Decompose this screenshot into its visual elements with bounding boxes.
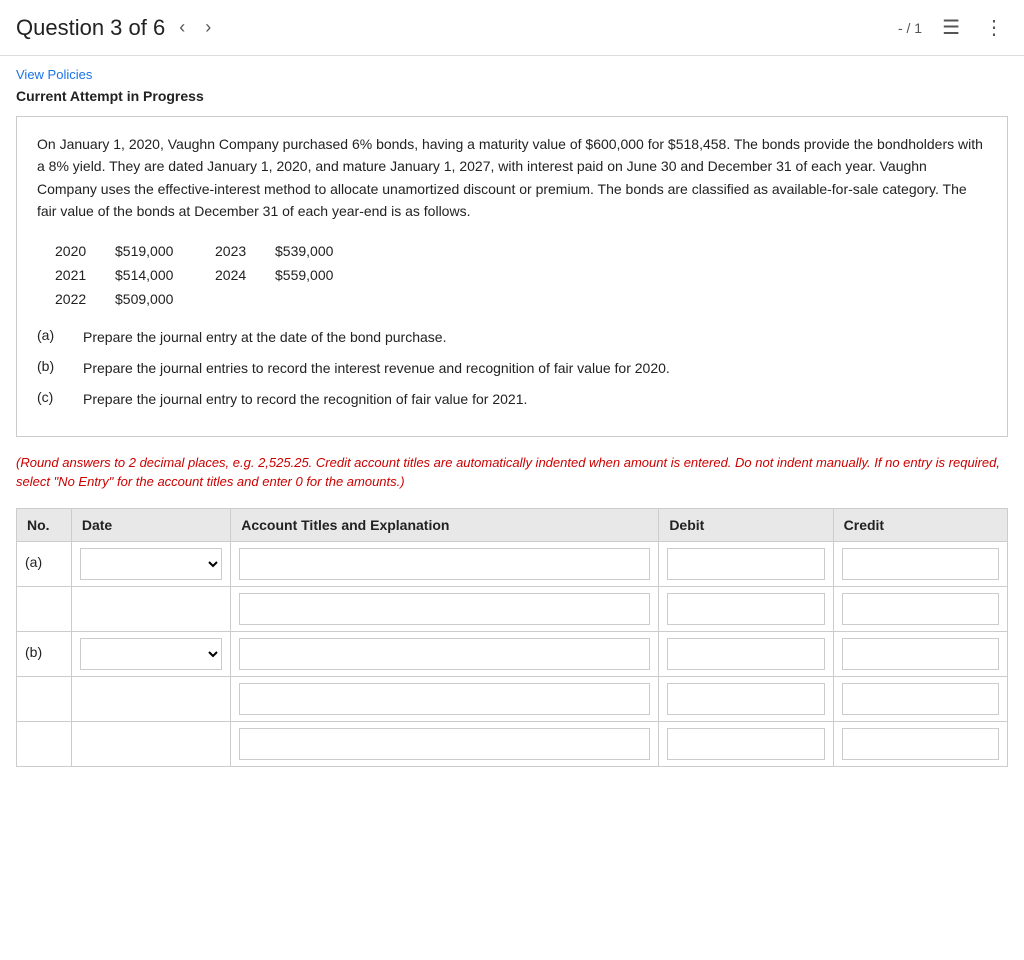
more-options-button[interactable]: ⋮ <box>980 13 1008 42</box>
debit-cell-a2 <box>659 586 833 631</box>
date-cell-a1: Jan. 1, 2020 Jun. 30, 2020 Dec. 31, 2020… <box>71 541 230 586</box>
sub-label-b: (b) <box>37 358 67 374</box>
account-cell-a2 <box>231 586 659 631</box>
sub-question-a: (a) Prepare the journal entry at the dat… <box>37 327 987 348</box>
table-header-row: No. Date Account Titles and Explanation … <box>17 508 1008 541</box>
account-input-b1[interactable] <box>239 638 650 670</box>
fv-value-2023: $539,000 <box>267 239 367 263</box>
current-attempt-label: Current Attempt in Progress <box>16 88 1008 104</box>
list-icon-button[interactable]: ☰ <box>938 13 964 42</box>
debit-input-a2[interactable] <box>667 593 824 625</box>
sub-question-c: (c) Prepare the journal entry to record … <box>37 389 987 410</box>
col-header-debit: Debit <box>659 508 833 541</box>
header: Question 3 of 6 ‹ › - / 1 ☰ ⋮ <box>0 0 1024 56</box>
sub-label-c: (c) <box>37 389 67 405</box>
account-cell-b3 <box>231 721 659 766</box>
fv-year-2022: 2022 <box>47 287 107 311</box>
sub-question-b: (b) Prepare the journal entries to recor… <box>37 358 987 379</box>
debit-cell-b1 <box>659 631 833 676</box>
table-row: (a) Jan. 1, 2020 Jun. 30, 2020 Dec. 31, … <box>17 541 1008 586</box>
row-no-b: (b) <box>17 631 72 676</box>
date-cell-a2 <box>71 586 230 631</box>
debit-cell-b3 <box>659 721 833 766</box>
account-input-a2[interactable] <box>239 593 650 625</box>
debit-input-b3[interactable] <box>667 728 824 760</box>
credit-cell-a1 <box>833 541 1007 586</box>
credit-cell-b2 <box>833 676 1007 721</box>
fv-value-2022: $509,000 <box>107 287 207 311</box>
sub-questions: (a) Prepare the journal entry at the dat… <box>37 327 987 410</box>
header-right: - / 1 ☰ ⋮ <box>898 13 1008 42</box>
credit-cell-b1 <box>833 631 1007 676</box>
row-no-b3 <box>17 721 72 766</box>
debit-input-a1[interactable] <box>667 548 824 580</box>
fv-year-empty <box>207 287 267 311</box>
date-cell-b1: Jan. 1, 2020 Jun. 30, 2020 Dec. 31, 2020… <box>71 631 230 676</box>
fv-value-2024: $559,000 <box>267 263 367 287</box>
row-no-b2 <box>17 676 72 721</box>
credit-input-b3[interactable] <box>842 728 999 760</box>
credit-input-b1[interactable] <box>842 638 999 670</box>
question-box: On January 1, 2020, Vaughn Company purch… <box>16 116 1008 437</box>
col-header-account: Account Titles and Explanation <box>231 508 659 541</box>
nav-next-button[interactable]: › <box>199 13 217 42</box>
instructions-text: (Round answers to 2 decimal places, e.g.… <box>16 453 1008 492</box>
credit-cell-b3 <box>833 721 1007 766</box>
fv-year-2021: 2021 <box>47 263 107 287</box>
account-input-a1[interactable] <box>239 548 650 580</box>
question-paragraph: On January 1, 2020, Vaughn Company purch… <box>37 133 987 223</box>
sub-text-c: Prepare the journal entry to record the … <box>83 389 527 410</box>
credit-input-a2[interactable] <box>842 593 999 625</box>
account-cell-a1 <box>231 541 659 586</box>
date-cell-b3 <box>71 721 230 766</box>
table-row: (b) Jan. 1, 2020 Jun. 30, 2020 Dec. 31, … <box>17 631 1008 676</box>
fair-value-table: 2020 $519,000 2023 $539,000 2021 $514,00… <box>47 239 987 311</box>
col-header-date: Date <box>71 508 230 541</box>
fv-value-empty <box>267 287 367 311</box>
fv-value-2020: $519,000 <box>107 239 207 263</box>
col-header-credit: Credit <box>833 508 1007 541</box>
row-no-a: (a) <box>17 541 72 586</box>
fv-year-2020: 2020 <box>47 239 107 263</box>
fv-value-2021: $514,000 <box>107 263 207 287</box>
date-cell-b2 <box>71 676 230 721</box>
account-input-b2[interactable] <box>239 683 650 715</box>
account-input-b3[interactable] <box>239 728 650 760</box>
row-no-a2 <box>17 586 72 631</box>
table-row <box>17 721 1008 766</box>
debit-input-b1[interactable] <box>667 638 824 670</box>
credit-input-b2[interactable] <box>842 683 999 715</box>
sub-text-b: Prepare the journal entries to record th… <box>83 358 670 379</box>
debit-cell-b2 <box>659 676 833 721</box>
fv-year-2023: 2023 <box>207 239 267 263</box>
debit-input-b2[interactable] <box>667 683 824 715</box>
account-cell-b2 <box>231 676 659 721</box>
sub-label-a: (a) <box>37 327 67 343</box>
sub-text-a: Prepare the journal entry at the date of… <box>83 327 446 348</box>
credit-input-a1[interactable] <box>842 548 999 580</box>
question-title: Question 3 of 6 <box>16 15 165 41</box>
view-policies-link[interactable]: View Policies <box>16 67 92 82</box>
header-left: Question 3 of 6 ‹ › <box>16 13 898 42</box>
answer-table: No. Date Account Titles and Explanation … <box>16 508 1008 767</box>
nav-prev-button[interactable]: ‹ <box>173 13 191 42</box>
content-area: View Policies Current Attempt in Progres… <box>0 56 1024 777</box>
credit-cell-a2 <box>833 586 1007 631</box>
table-row <box>17 586 1008 631</box>
table-row <box>17 676 1008 721</box>
account-cell-b1 <box>231 631 659 676</box>
fv-year-2024: 2024 <box>207 263 267 287</box>
col-header-no: No. <box>17 508 72 541</box>
date-select-b1[interactable]: Jan. 1, 2020 Jun. 30, 2020 Dec. 31, 2020… <box>80 638 222 670</box>
date-select-a1[interactable]: Jan. 1, 2020 Jun. 30, 2020 Dec. 31, 2020… <box>80 548 222 580</box>
page-indicator: - / 1 <box>898 20 922 36</box>
debit-cell-a1 <box>659 541 833 586</box>
